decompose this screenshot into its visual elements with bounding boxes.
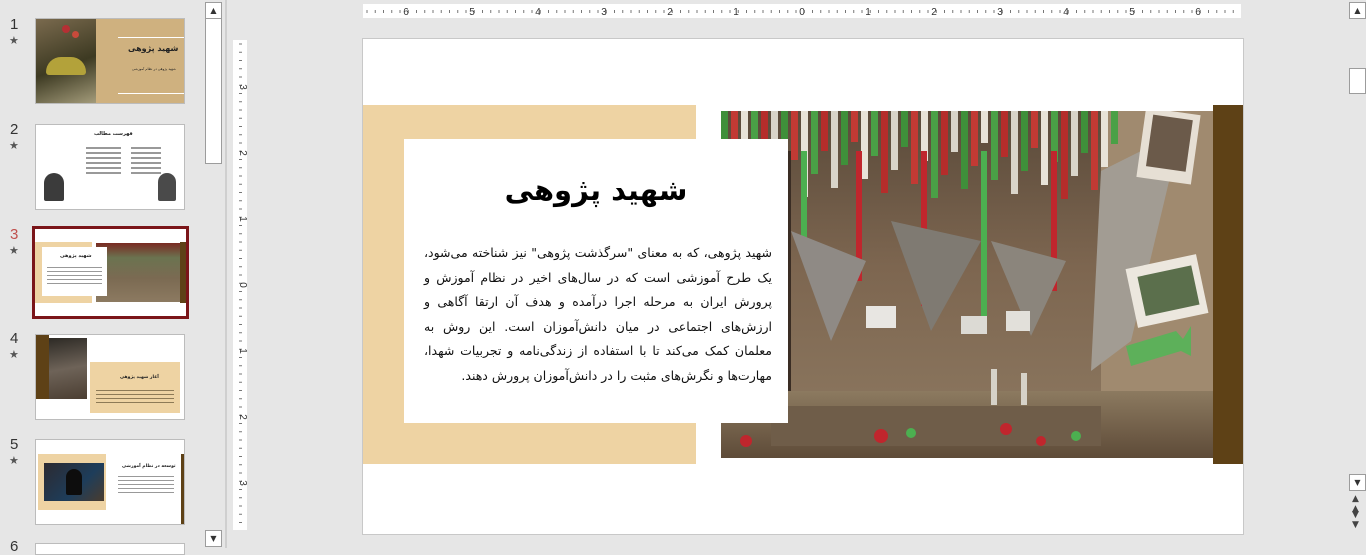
ruler-label: 5 xyxy=(1129,7,1135,18)
pane-splitter[interactable] xyxy=(225,0,227,548)
slide-thumbnail-3[interactable]: شهید پژوهی xyxy=(32,226,189,319)
vertical-ruler: 3 2 1 0 1 2 3 xyxy=(233,40,247,530)
ruler-label: 3 xyxy=(237,480,247,486)
slide-number: 1 xyxy=(10,16,19,33)
slide-number: 5 xyxy=(10,436,19,453)
slide-thumbnail-6[interactable] xyxy=(35,543,185,555)
ruler-label: 3 xyxy=(237,84,247,90)
thumbnail-scrollbar[interactable]: ▲ ▼ xyxy=(205,0,222,548)
star-icon: ★ xyxy=(9,348,19,361)
text-box[interactable]: شهید پژوهی شهید پژوهی، که به معنای "سرگذ… xyxy=(404,139,788,423)
horizontal-ruler-ticks: 6 5 4 3 2 1 0 1 2 3 4 5 6 xyxy=(366,7,1234,18)
exhibit-photo-image xyxy=(721,111,1213,458)
ruler-label: 0 xyxy=(799,7,805,18)
ruler-label: 2 xyxy=(237,414,247,420)
slide-body-text[interactable]: شهید پژوهی، که به معنای "سرگذشت پژوهی" ن… xyxy=(424,241,772,388)
slide-number-active: 3 xyxy=(10,226,19,243)
scroll-up-arrow-icon[interactable]: ▲ xyxy=(1349,2,1366,19)
slide-thumbnail-pane: 1 ★ شهید پژوهی شهید پژوهی در نظام آموزشی… xyxy=(0,0,205,555)
scroll-thumb[interactable] xyxy=(1349,68,1366,94)
vertical-ruler-ticks: 3 2 1 0 1 2 3 xyxy=(237,43,247,523)
slide-number: 6 xyxy=(10,538,19,555)
slide-canvas[interactable]: شهید پژوهی شهید پژوهی، که به معنای "سرگذ… xyxy=(362,38,1244,535)
slide-title[interactable]: شهید پژوهی xyxy=(404,173,788,207)
slide-scrollbar[interactable]: ▲ ▼ xyxy=(1348,0,1366,548)
thumbnail-photo xyxy=(49,338,87,399)
star-icon: ★ xyxy=(9,244,19,257)
thumbnail-subtitle: شهید پژوهی در نظام آموزشی xyxy=(132,67,176,71)
ruler-label: 1 xyxy=(733,7,739,18)
ruler-label: 3 xyxy=(997,7,1003,18)
brown-accent-bar xyxy=(1213,105,1243,464)
scroll-down-arrow-icon[interactable]: ▼ xyxy=(205,530,222,547)
scroll-up-arrow-icon[interactable]: ▲ xyxy=(205,2,222,19)
slide-thumbnail-2[interactable]: فهرست مطالب xyxy=(35,124,185,210)
slide-number: 4 xyxy=(10,330,19,347)
thumbnail-title: توسعه در نظام آموزشی xyxy=(122,464,176,469)
thumbnail-photo xyxy=(36,19,96,103)
ruler-label: 2 xyxy=(931,7,937,18)
ruler-label: 2 xyxy=(667,7,673,18)
next-slide-icon[interactable]: ▼ ▼ xyxy=(1352,510,1359,530)
ruler-label: 6 xyxy=(403,7,409,18)
thumbnail-photo xyxy=(96,243,180,302)
ruler-label: 4 xyxy=(535,7,541,18)
thumbnail-title: شهید پژوهی xyxy=(128,44,179,53)
horizontal-ruler: 6 5 4 3 2 1 0 1 2 3 4 5 6 xyxy=(363,4,1241,18)
ruler-label: 6 xyxy=(1195,7,1201,18)
slide-thumbnail-1[interactable]: شهید پژوهی شهید پژوهی در نظام آموزشی xyxy=(35,18,185,104)
star-icon: ★ xyxy=(9,139,19,152)
martyr-exhibit-photo[interactable] xyxy=(721,111,1213,458)
thumbnail-title: فهرست مطالب xyxy=(94,131,133,137)
thumbnail-title: شهید پژوهی xyxy=(60,253,92,259)
ruler-label: 0 xyxy=(237,282,247,288)
ruler-label: 2 xyxy=(237,150,247,156)
portrait-sketch-left xyxy=(44,173,64,201)
slide-thumbnail-5[interactable]: توسعه در نظام آموزشی xyxy=(35,439,185,525)
ruler-label: 5 xyxy=(469,7,475,18)
scroll-thumb[interactable] xyxy=(205,18,222,164)
slide-thumbnail-4[interactable]: آغاز شهید پژوهی xyxy=(35,334,185,420)
ruler-label: 3 xyxy=(601,7,607,18)
star-icon: ★ xyxy=(9,34,19,47)
slide-number: 2 xyxy=(10,121,19,138)
ruler-label: 1 xyxy=(865,7,871,18)
scroll-down-arrow-icon[interactable]: ▼ xyxy=(1349,474,1366,491)
thumbnail-photo xyxy=(44,463,104,501)
ruler-label: 1 xyxy=(237,348,247,354)
portrait-sketch-right xyxy=(158,173,176,201)
ruler-label: 1 xyxy=(237,216,247,222)
star-icon: ★ xyxy=(9,454,19,467)
thumbnail-title: آغاز شهید پژوهی xyxy=(120,375,159,380)
ruler-label: 4 xyxy=(1063,7,1069,18)
